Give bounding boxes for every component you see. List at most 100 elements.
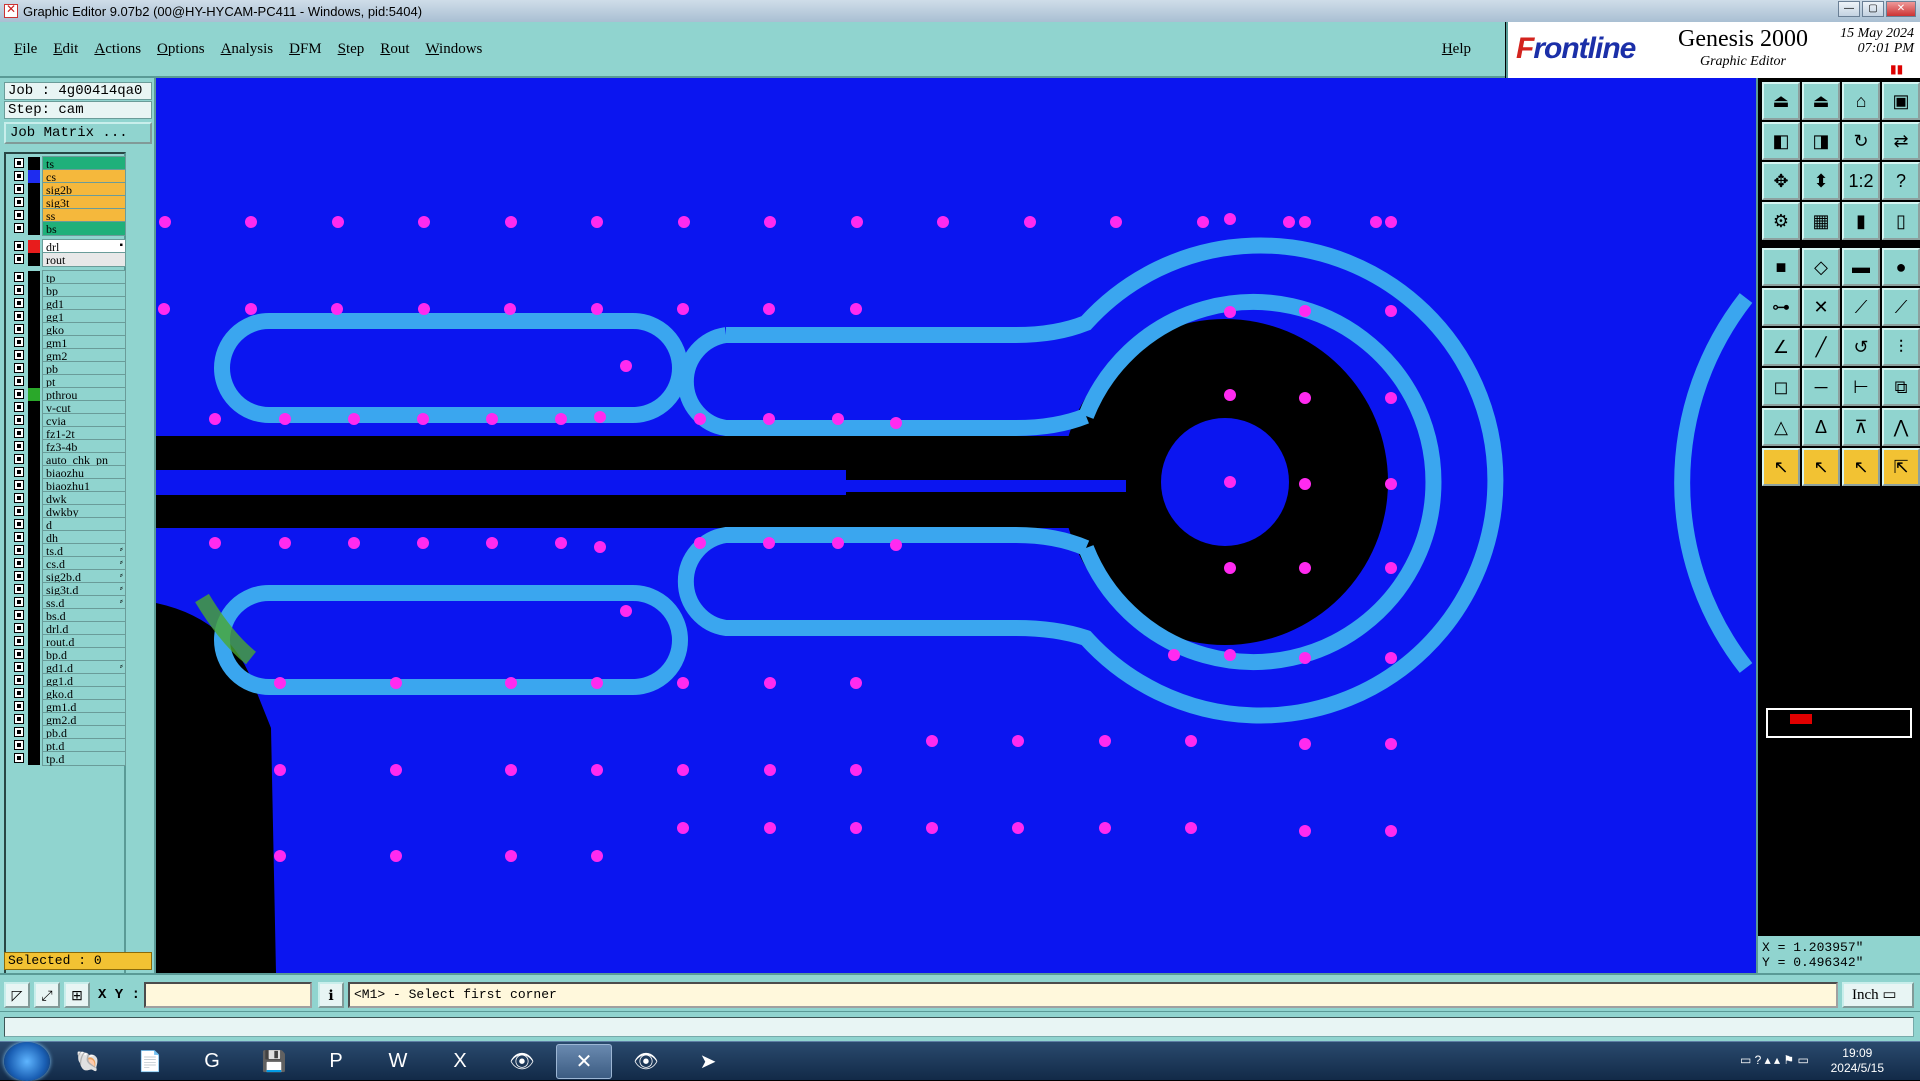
snap-line-icon[interactable]: ⟋ xyxy=(1882,288,1920,326)
graphic-canvas[interactable] xyxy=(156,78,1756,973)
layer-checkbox[interactable] xyxy=(14,467,24,477)
layer-checkbox[interactable] xyxy=(14,324,24,334)
layer-checkbox[interactable] xyxy=(14,493,24,503)
layer-checkbox[interactable] xyxy=(14,184,24,194)
select-icon[interactable]: ↖ xyxy=(1762,448,1800,486)
page-left-icon[interactable]: ◧ xyxy=(1762,122,1800,160)
zoom-mid-icon[interactable]: ⬍ xyxy=(1802,162,1840,200)
layer-checkbox[interactable] xyxy=(14,441,24,451)
menu-rout[interactable]: Rout xyxy=(380,41,409,58)
tent-icon[interactable]: ⋀ xyxy=(1882,408,1920,446)
layer-checkbox[interactable] xyxy=(14,675,24,685)
layer-list[interactable]: ts cs sig2b sig3t ss bs drl ▪ rout tp bp gd1 gg1 gko g… xyxy=(4,152,126,992)
grid-icon[interactable]: ▦ xyxy=(1802,202,1840,240)
probe-icon[interactable]: ⚙ xyxy=(1762,202,1800,240)
start-button[interactable] xyxy=(4,1042,50,1081)
measure-icon[interactable]: ⊢ xyxy=(1842,368,1880,406)
genesis-icon[interactable]: ✕ xyxy=(556,1044,612,1079)
clock[interactable]: 19:09 2024/5/15 xyxy=(1831,1046,1884,1076)
notepad-icon[interactable]: 📄 xyxy=(122,1044,178,1079)
menu-edit[interactable]: Edit xyxy=(53,41,78,58)
layer-checkbox[interactable] xyxy=(14,649,24,659)
layer-checkbox[interactable] xyxy=(14,506,24,516)
bridge-a-icon[interactable]: ⊼ xyxy=(1842,408,1880,446)
fit-icon[interactable]: ✥ xyxy=(1762,162,1800,200)
menu-dfm[interactable]: DFM xyxy=(289,41,322,58)
eye-tool-icon[interactable]: 👁 xyxy=(494,1044,550,1079)
browser-icon[interactable]: G xyxy=(184,1044,240,1079)
layer-checkbox[interactable] xyxy=(14,753,24,763)
eye-tool-icon-2[interactable]: 👁 xyxy=(618,1044,674,1079)
arrow-a-icon[interactable]: Δ xyxy=(1802,408,1840,446)
layer-checkbox[interactable] xyxy=(14,350,24,360)
excel-icon[interactable]: X xyxy=(432,1044,488,1079)
red-split-icon[interactable]: ▮ xyxy=(1842,202,1880,240)
snap-box-icon[interactable]: ■ xyxy=(1762,248,1800,286)
shell-icon[interactable]: 🐚 xyxy=(60,1044,116,1079)
cross-icon[interactable]: ✕ xyxy=(1802,288,1840,326)
layer-checkbox[interactable] xyxy=(14,363,24,373)
layer-row-bs[interactable]: bs xyxy=(8,221,126,236)
layer-checkbox[interactable] xyxy=(14,714,24,724)
publisher-icon[interactable]: P xyxy=(308,1044,364,1079)
layer-checkbox[interactable] xyxy=(14,662,24,672)
select-3-icon[interactable]: ↖ xyxy=(1842,448,1880,486)
layer-checkbox[interactable] xyxy=(14,688,24,698)
maximize-button[interactable]: ▢ xyxy=(1862,1,1884,17)
layer-checkbox[interactable] xyxy=(14,727,24,737)
layer-checkbox[interactable] xyxy=(14,454,24,464)
xy-input[interactable] xyxy=(144,982,312,1008)
layer-checkbox[interactable] xyxy=(14,311,24,321)
layer-checkbox[interactable] xyxy=(14,584,24,594)
select-all-icon[interactable]: ⇱ xyxy=(1882,448,1920,486)
close-button[interactable]: ✕ xyxy=(1886,1,1916,17)
angle-mode-icon[interactable]: ⤢ xyxy=(34,982,60,1008)
layer-checkbox[interactable] xyxy=(14,171,24,181)
layout-icon[interactable]: ▣ xyxy=(1882,82,1920,120)
select-2-icon[interactable]: ↖ xyxy=(1802,448,1840,486)
layer-checkbox[interactable] xyxy=(14,636,24,646)
layer-checkbox[interactable] xyxy=(14,519,24,529)
loop-icon[interactable]: ↻ xyxy=(1842,122,1880,160)
layer-checkbox[interactable] xyxy=(14,337,24,347)
layer-checkbox[interactable] xyxy=(14,285,24,295)
tray-icons[interactable]: ▭ ? ▴ ▴ ⚑ ▭ xyxy=(1740,1053,1809,1067)
layer-checkbox[interactable] xyxy=(14,740,24,750)
array-icon[interactable]: ⧉ xyxy=(1882,368,1920,406)
fork-icon[interactable]: ⫶ xyxy=(1882,328,1920,366)
layer-checkbox[interactable] xyxy=(14,415,24,425)
layer-checkbox[interactable] xyxy=(14,558,24,568)
house-up-icon[interactable]: ⏏ xyxy=(1762,82,1800,120)
menu-step[interactable]: Step xyxy=(338,41,365,58)
move-shape-icon[interactable]: ◇ xyxy=(1802,248,1840,286)
red-join-icon[interactable]: ▯ xyxy=(1882,202,1920,240)
overview-minimap[interactable] xyxy=(1766,708,1912,738)
units-selector[interactable]: Inch ▭ xyxy=(1842,982,1914,1008)
angle-icon[interactable]: ∠ xyxy=(1762,328,1800,366)
layer-checkbox[interactable] xyxy=(14,389,24,399)
menu-file[interactable]: File xyxy=(14,41,37,58)
layer-checkbox[interactable] xyxy=(14,210,24,220)
layer-checkbox[interactable] xyxy=(14,545,24,555)
layer-checkbox[interactable] xyxy=(14,571,24,581)
connect-icon[interactable]: ⊶ xyxy=(1762,288,1800,326)
layer-checkbox[interactable] xyxy=(14,597,24,607)
window-titlebar[interactable]: Graphic Editor 9.07b2 (00@HY-HYCAM-PC411… xyxy=(0,0,1920,22)
line-dot-icon[interactable]: ⟋ xyxy=(1842,288,1880,326)
add-pad-icon[interactable]: ◻ xyxy=(1762,368,1800,406)
menu-analysis[interactable]: Analysis xyxy=(221,41,274,58)
layer-checkbox[interactable] xyxy=(14,197,24,207)
line-icon[interactable]: ─ xyxy=(1802,368,1840,406)
home-icon[interactable]: ⌂ xyxy=(1842,82,1880,120)
triangle-a-icon[interactable]: △ xyxy=(1762,408,1800,446)
save-disk-icon[interactable]: 💾 xyxy=(246,1044,302,1079)
job-matrix-button[interactable]: Job Matrix ... xyxy=(4,122,152,144)
dot-icon[interactable]: ● xyxy=(1882,248,1920,286)
layer-checkbox[interactable] xyxy=(14,480,24,490)
layer-checkbox[interactable] xyxy=(14,610,24,620)
layer-checkbox[interactable] xyxy=(14,701,24,711)
layer-checkbox[interactable] xyxy=(14,402,24,412)
slope-icon[interactable]: ╱ xyxy=(1802,328,1840,366)
ratio-icon[interactable]: 1:2 xyxy=(1842,162,1880,200)
layer-checkbox[interactable] xyxy=(14,428,24,438)
